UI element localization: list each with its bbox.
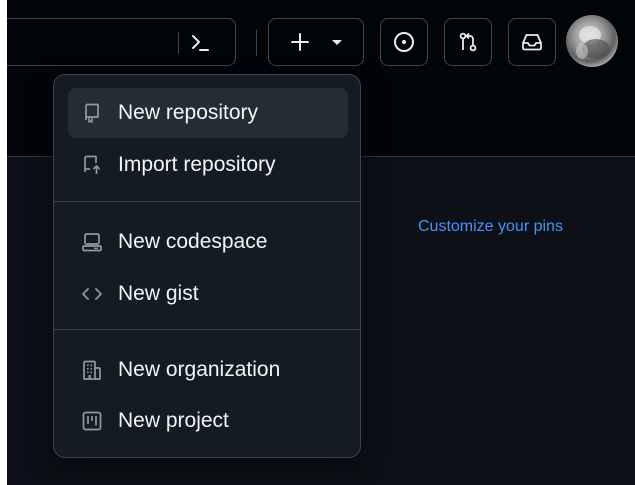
- plus-icon: [288, 30, 312, 54]
- organization-icon: [80, 358, 104, 382]
- repo-icon: [80, 101, 104, 125]
- inbox-icon: [520, 30, 544, 54]
- git-pull-request-icon: [456, 30, 480, 54]
- menu-item-label: New gist: [118, 282, 199, 305]
- menu-item-new-repository[interactable]: New repository: [68, 88, 348, 138]
- command-search-box[interactable]: [7, 18, 236, 66]
- command-box-divider: [178, 32, 179, 54]
- menu-divider: [54, 329, 360, 330]
- menu-item-label: Import repository: [118, 153, 276, 176]
- customize-pins-link[interactable]: Customize your pins: [418, 218, 563, 236]
- user-avatar[interactable]: [566, 15, 618, 67]
- project-icon: [80, 409, 104, 433]
- menu-item-label: New project: [118, 409, 229, 432]
- menu-item-new-organization[interactable]: New organization: [68, 345, 348, 395]
- pull-requests-button[interactable]: [444, 18, 492, 66]
- issues-button[interactable]: [380, 18, 428, 66]
- inbox-button[interactable]: [508, 18, 556, 66]
- menu-item-label: New codespace: [118, 230, 268, 253]
- menu-item-new-project[interactable]: New project: [68, 396, 348, 446]
- code-icon: [80, 282, 104, 306]
- create-new-menu: New repository Import repository New cod…: [53, 74, 361, 458]
- header-divider: [256, 30, 257, 56]
- terminal-prompt-icon[interactable]: [186, 29, 214, 57]
- menu-divider: [54, 201, 360, 202]
- menu-item-new-gist[interactable]: New gist: [68, 269, 348, 319]
- menu-item-import-repository[interactable]: Import repository: [68, 140, 348, 190]
- codespaces-icon: [80, 230, 104, 254]
- triangle-down-icon: [330, 35, 344, 49]
- issue-opened-icon: [392, 30, 416, 54]
- app-frame: Customize your pins New repository Impor…: [7, 0, 635, 485]
- menu-item-new-codespace[interactable]: New codespace: [68, 217, 348, 267]
- menu-item-label: New repository: [118, 101, 259, 124]
- repo-push-icon: [80, 153, 104, 177]
- create-new-button[interactable]: [268, 18, 364, 66]
- menu-item-label: New organization: [118, 358, 281, 381]
